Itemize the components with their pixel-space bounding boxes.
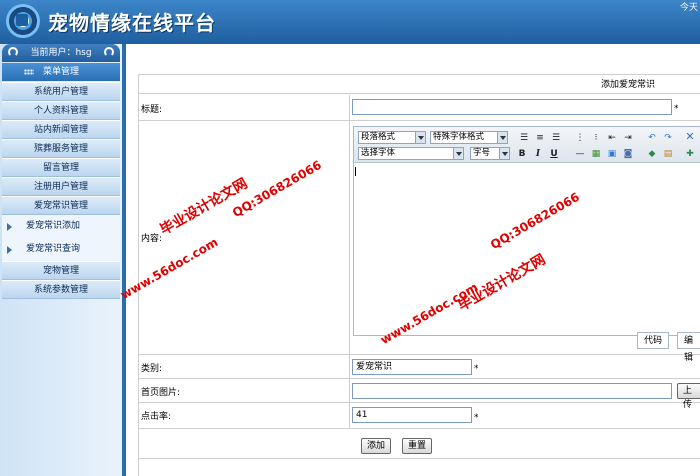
special-font-select[interactable]: 特殊字体格式: [430, 131, 508, 144]
bar-ornament-icon: [104, 47, 114, 57]
insert-flash-icon[interactable]: ◆: [646, 148, 658, 160]
sidebar-item-funeral[interactable]: 殡葬服务管理: [2, 139, 120, 158]
category-input[interactable]: 爱宠常识: [352, 359, 472, 375]
sidebar-item-news[interactable]: 站内新闻管理: [2, 120, 120, 139]
underline-button[interactable]: U: [548, 148, 560, 160]
required-mark: *: [674, 104, 679, 114]
paragraph-format-select[interactable]: 段落格式: [358, 131, 426, 144]
row-divider: [349, 355, 350, 378]
app-header: 宠物情缘在线平台 今天: [0, 0, 700, 44]
font-size-label: 字号: [473, 148, 491, 158]
menu-head[interactable]: 菜单管理: [2, 63, 120, 81]
chevron-down-icon: [499, 148, 509, 159]
sidebar-item-pet-knowledge[interactable]: 爱宠常识管理: [2, 196, 120, 215]
current-user-label: 当前用户：hsg: [30, 48, 92, 58]
row-divider: [349, 379, 350, 402]
today-label: 今天: [679, 3, 698, 13]
category-row: 类别: 爱宠常识 *: [139, 355, 700, 379]
row-divider: [349, 121, 350, 354]
undo-icon[interactable]: ↶: [646, 132, 658, 144]
menu-head-label: 菜单管理: [42, 67, 79, 77]
unordered-list-icon[interactable]: ⁝: [590, 132, 602, 144]
row-divider: [349, 95, 350, 120]
align-right-icon[interactable]: ☰: [550, 132, 562, 144]
buttons-row: 添加 重置: [139, 429, 700, 459]
insert-emoticon-icon[interactable]: ✚: [684, 148, 696, 160]
title-label: 标题:: [141, 105, 163, 115]
required-mark: *: [474, 364, 479, 374]
clicks-label: 点击率:: [141, 412, 172, 422]
sidebar-subitem-knowledge-add[interactable]: 爱宠常识添加: [2, 215, 120, 238]
indent-icon[interactable]: ⇥: [622, 132, 634, 144]
content-label: 内容:: [141, 234, 163, 244]
special-font-label: 特殊字体格式: [433, 132, 485, 142]
image-label: 首页图片:: [141, 388, 181, 398]
italic-button[interactable]: I: [532, 148, 544, 160]
insert-media-icon[interactable]: ◙: [622, 148, 634, 160]
font-family-select[interactable]: 选择字体: [358, 147, 464, 160]
bold-button[interactable]: B: [516, 148, 528, 160]
tab-edit[interactable]: 编辑: [677, 332, 700, 363]
clicks-input[interactable]: 41: [352, 407, 472, 423]
add-button[interactable]: 添加: [361, 438, 392, 454]
insert-table-icon[interactable]: ▦: [590, 148, 602, 160]
sidebar-item-system-users[interactable]: 系统用户管理: [2, 82, 120, 101]
arrow-right-icon: [7, 223, 12, 231]
sidebar: 当前用户：hsg 菜单管理 系统用户管理 个人资料管理 站内新闻管理 殡葬服务管…: [0, 44, 126, 476]
chevron-down-icon: [415, 132, 425, 143]
bar-ornament-icon: [8, 47, 18, 57]
font-size-select[interactable]: 字号: [470, 147, 510, 160]
horizontal-rule-icon[interactable]: —: [574, 148, 586, 160]
title-row: 标题: *: [139, 95, 700, 121]
grid-icon: [24, 69, 34, 75]
sidebar-item-messages[interactable]: 留言管理: [2, 158, 120, 177]
sidebar-item-registered-users[interactable]: 注册用户管理: [2, 177, 120, 196]
logo-mark-icon: [16, 14, 28, 26]
sidebar-subitem-label: 爱宠常识查询: [26, 244, 81, 254]
image-path-input[interactable]: [352, 383, 672, 399]
main-form: 添加爱宠常识 标题: * 内容: 类别: 爱宠常识 * 首页图片: 上传 点击率…: [138, 74, 700, 476]
chevron-down-icon: [497, 132, 507, 143]
required-mark: *: [474, 413, 479, 423]
editor-toolbar: 段落格式 特殊字体格式 选择字体 字号 ☰ ≡ ☰ ⋮ ⁝ ⇤ ⇥ ↶ ↷ ✕ …: [354, 127, 700, 163]
redo-icon[interactable]: ↷: [662, 132, 674, 144]
insert-image-icon[interactable]: ▣: [606, 148, 618, 160]
sidebar-item-system-params[interactable]: 系统参数管理: [2, 280, 120, 299]
align-left-icon[interactable]: ☰: [518, 132, 530, 144]
paragraph-format-label: 段落格式: [361, 132, 396, 142]
form-title: 添加爱宠常识: [139, 74, 700, 94]
align-center-icon[interactable]: ≡: [534, 132, 546, 144]
outdent-icon[interactable]: ⇤: [606, 132, 618, 144]
sidebar-subitem-label: 爱宠常识添加: [26, 221, 81, 231]
text-caret: [355, 167, 356, 176]
sidebar-item-pets[interactable]: 宠物管理: [2, 261, 120, 280]
current-user-bar: 当前用户：hsg: [2, 44, 120, 62]
image-row: 首页图片: 上传: [139, 379, 700, 410]
ordered-list-icon[interactable]: ⋮: [574, 132, 586, 144]
app-title: 宠物情缘在线平台: [48, 11, 216, 35]
title-input[interactable]: [352, 99, 672, 115]
upload-button[interactable]: 上传: [677, 383, 700, 410]
editor-content-area[interactable]: [354, 164, 700, 337]
font-family-label: 选择字体: [361, 148, 396, 158]
clicks-row: 点击率: 41 *: [139, 403, 700, 429]
row-divider: [349, 403, 350, 428]
tab-code[interactable]: 代码: [637, 332, 670, 349]
arrow-right-icon: [7, 246, 12, 254]
category-label: 类别:: [141, 364, 163, 374]
sidebar-subitem-knowledge-query[interactable]: 爱宠常识查询: [2, 238, 120, 261]
sidebar-item-profile[interactable]: 个人资料管理: [2, 101, 120, 120]
chevron-down-icon: [453, 148, 463, 159]
insert-link-icon[interactable]: ▤: [662, 148, 674, 160]
close-icon[interactable]: ✕: [684, 131, 696, 143]
reset-button[interactable]: 重置: [402, 438, 433, 454]
